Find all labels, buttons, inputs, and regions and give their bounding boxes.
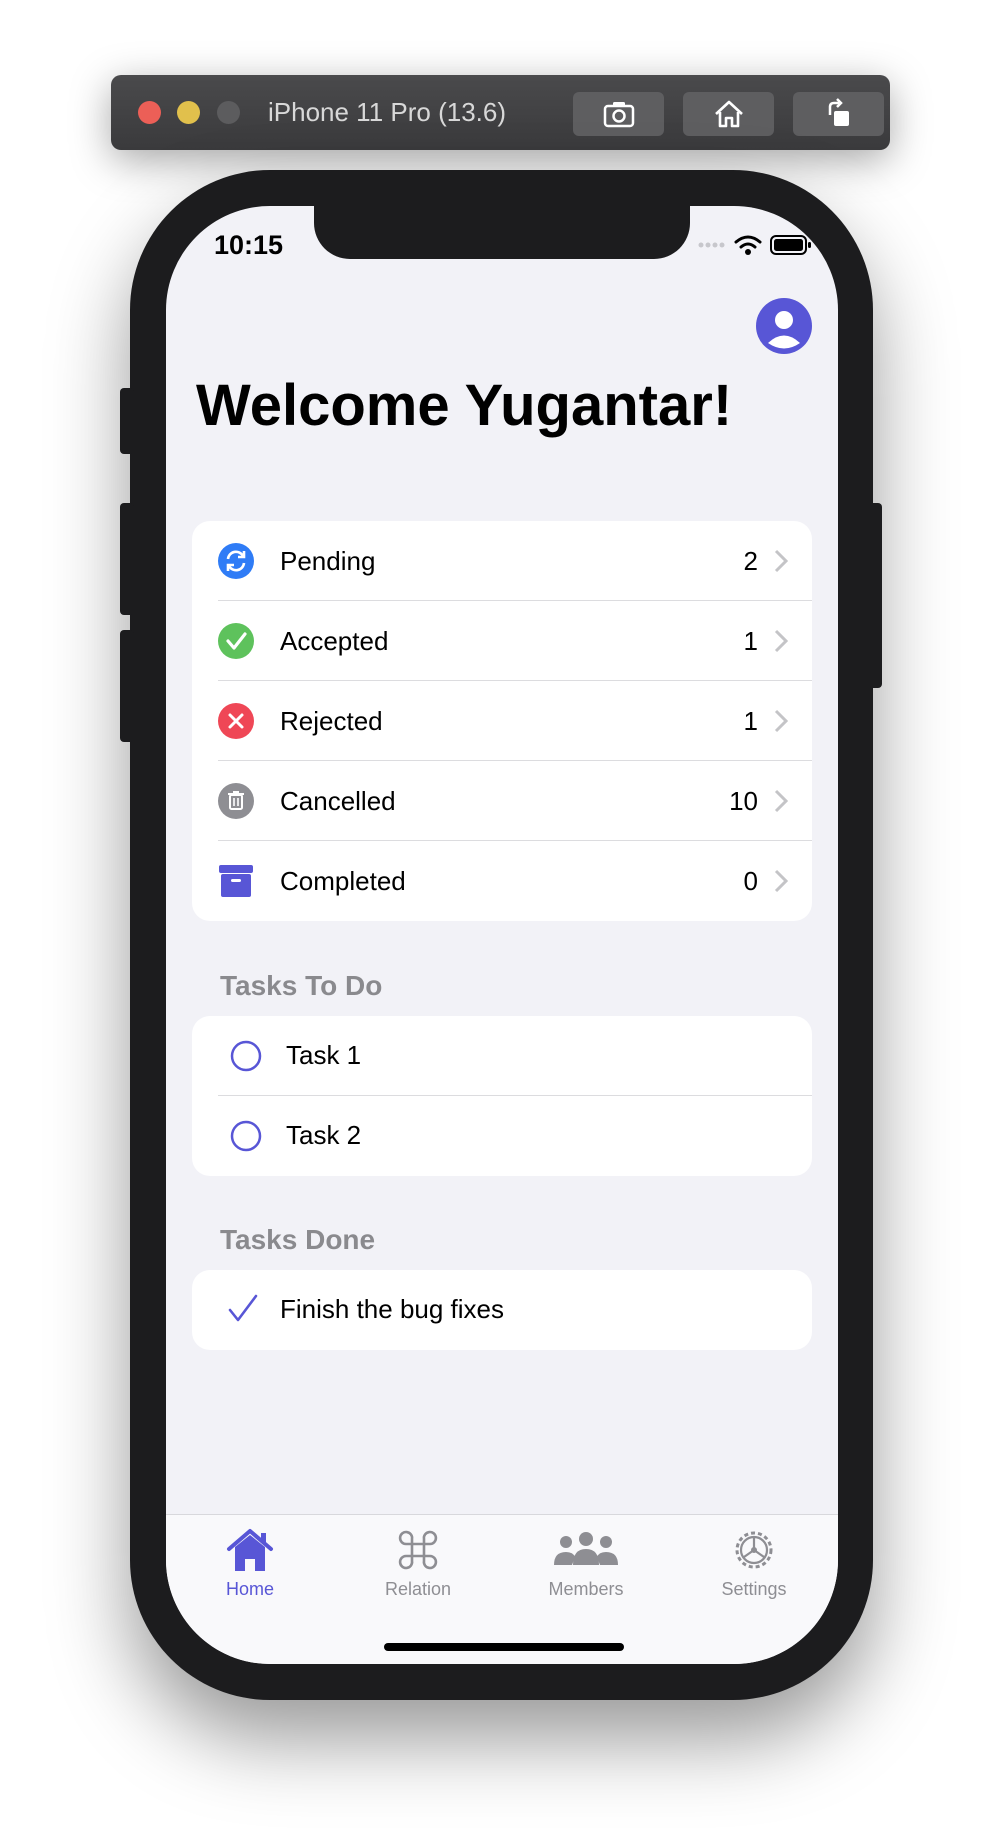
trash-icon [218, 783, 254, 819]
status-time: 10:15 [214, 230, 284, 260]
status-row-cancelled[interactable]: Cancelled 10 [192, 761, 812, 841]
battery-icon [770, 235, 811, 255]
people-icon [554, 1532, 618, 1565]
tab-settings[interactable]: Settings [670, 1527, 838, 1600]
empty-circle-icon[interactable] [230, 1040, 262, 1072]
tasks-done-list: Finish the bug fixes [192, 1270, 812, 1350]
silent-switch [120, 388, 134, 454]
status-row-accepted[interactable]: Accepted 1 [192, 601, 812, 681]
rotate-icon [828, 98, 849, 126]
status-label: Pending [280, 545, 376, 576]
chevron-right-icon [774, 709, 788, 733]
checkmark-icon[interactable] [226, 1292, 260, 1326]
tasks-done-header: Tasks Done [220, 1224, 376, 1255]
task-row[interactable]: Task 1 [192, 1016, 812, 1096]
phone-screen: 10:15 Welcome Yugantar! Pending 2 Accept… [166, 206, 838, 1664]
status-row-pending[interactable]: Pending 2 [192, 521, 812, 601]
simulator-title: iPhone 11 Pro (13.6) [268, 97, 506, 127]
welcome-title: Welcome Yugantar! [196, 373, 733, 438]
status-list: Pending 2 Accepted 1 Rejected 1 Cancelle… [192, 521, 812, 921]
tab-label: Settings [721, 1579, 787, 1599]
tab-relation[interactable]: Relation [334, 1527, 502, 1600]
home-button[interactable] [683, 92, 774, 136]
command-icon [398, 1530, 438, 1570]
house-icon [227, 1529, 273, 1571]
screenshot-button[interactable] [573, 92, 664, 136]
status-count: 0 [743, 865, 758, 896]
pending-icon [218, 543, 254, 579]
status-count: 10 [729, 785, 758, 816]
status-count: 1 [743, 625, 758, 656]
screenshot-icon [603, 102, 634, 128]
chevron-right-icon [774, 549, 788, 573]
status-row-rejected[interactable]: Rejected 1 [192, 681, 812, 761]
status-label: Cancelled [280, 785, 396, 816]
minimize-window-button[interactable] [177, 101, 200, 124]
power-button [868, 503, 882, 688]
tab-label: Home [225, 1579, 274, 1599]
status-count: 2 [743, 545, 758, 576]
status-label: Completed [280, 865, 406, 896]
status-label: Accepted [280, 625, 389, 656]
done-task-row[interactable]: Finish the bug fixes [192, 1270, 812, 1350]
task-label: Task 2 [286, 1120, 362, 1150]
wifi-icon [734, 235, 762, 255]
rejected-icon [218, 703, 254, 739]
notch [314, 206, 690, 259]
tab-members[interactable]: Members [502, 1527, 670, 1600]
gear-icon [735, 1531, 773, 1569]
tab-home[interactable]: Home [166, 1527, 334, 1600]
close-window-button[interactable] [138, 101, 161, 124]
cellular-signal-icon [698, 242, 725, 248]
tab-bar: Home Relation Members Settings [166, 1514, 838, 1664]
done-task-label: Finish the bug fixes [280, 1294, 505, 1324]
archive-icon [219, 865, 253, 897]
tab-label: Members [548, 1579, 624, 1599]
status-icons [698, 234, 812, 256]
chevron-right-icon [774, 869, 788, 893]
profile-avatar-button[interactable] [756, 298, 812, 354]
accepted-icon [218, 623, 254, 659]
simulator-title-bar: iPhone 11 Pro (13.6) [111, 75, 890, 150]
status-row-completed[interactable]: Completed 0 [192, 841, 812, 921]
chevron-right-icon [774, 789, 788, 813]
volume-up-button [120, 503, 134, 615]
task-row[interactable]: Task 2 [192, 1096, 812, 1176]
rotate-button[interactable] [793, 92, 884, 136]
status-count: 1 [743, 705, 758, 736]
task-label: Task 1 [286, 1040, 362, 1070]
zoom-window-button[interactable] [217, 101, 240, 124]
home-icon [714, 100, 743, 128]
tab-label: Relation [384, 1579, 452, 1599]
tasks-todo-list: Task 1 Task 2 [192, 1016, 812, 1176]
chevron-right-icon [774, 629, 788, 653]
volume-down-button [120, 630, 134, 742]
home-indicator[interactable] [384, 1643, 624, 1651]
status-label: Rejected [280, 705, 383, 736]
empty-circle-icon[interactable] [230, 1120, 262, 1152]
tasks-todo-header: Tasks To Do [220, 970, 383, 1001]
